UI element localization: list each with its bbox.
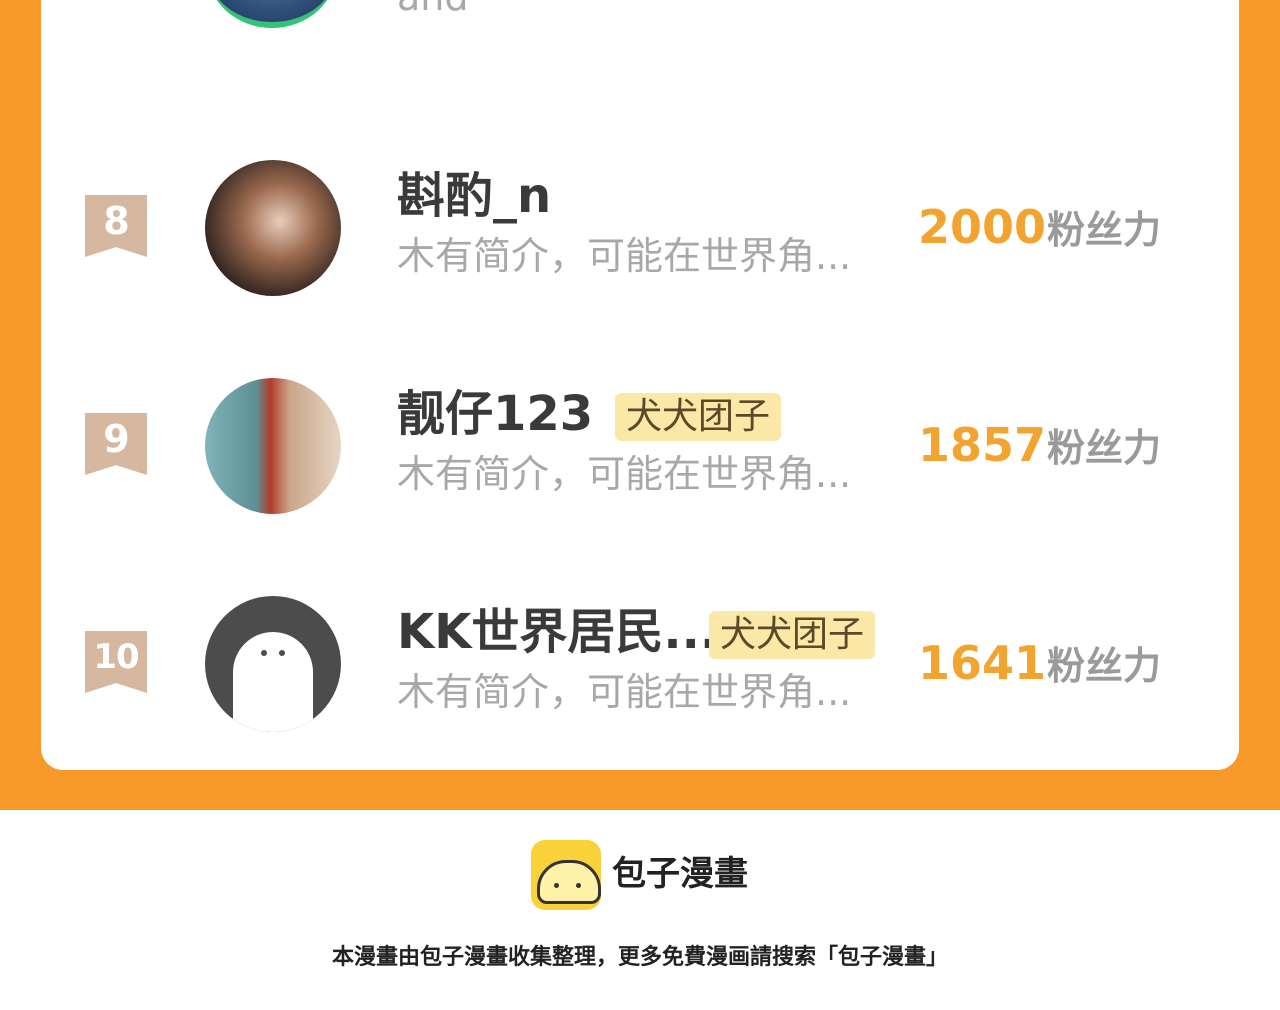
- fan-badge: 犬犬团子: [709, 611, 876, 659]
- default-avatar-icon: [233, 632, 313, 732]
- footer-notice: 本漫畫由包子漫畫收集整理，更多免費漫画請搜索「包子漫畫」: [331, 945, 948, 970]
- fan-power-label: 粉丝力: [1047, 426, 1162, 470]
- fan-power-count: 1857: [918, 418, 1047, 472]
- user-name[interactable]: 靓仔123: [397, 385, 593, 443]
- fan-power-label: 粉丝力: [1047, 644, 1162, 688]
- user-description: 木有简介，可能在世界角...: [397, 452, 852, 496]
- list-item-partial[interactable]: and 一 ·: [41, 0, 1239, 35]
- fan-badge: 犬犬团子: [615, 393, 782, 441]
- avatar[interactable]: [205, 596, 341, 732]
- user-description: and 一 ·: [397, 0, 543, 16]
- user-description: 木有简介，可能在世界角...: [397, 670, 852, 714]
- fan-power-label: 粉丝力: [1047, 208, 1162, 252]
- avatar[interactable]: [205, 160, 341, 296]
- list-item-rank-8[interactable]: 8 斟酌_n 木有简介，可能在世界角... 2000 粉丝力: [41, 155, 1239, 315]
- fan-power-count: 2000: [918, 200, 1047, 254]
- user-description: 木有简介，可能在世界角...: [397, 234, 852, 278]
- fan-power-count: 1641: [918, 636, 1047, 690]
- bun-icon: [537, 860, 601, 904]
- brand-name: 包子漫畫: [612, 854, 748, 894]
- list-item-rank-10[interactable]: 10 KK世界居民... 犬犬团子 木有简介，可能在世界角... 1641 粉丝…: [41, 591, 1239, 751]
- user-name[interactable]: 斟酌_n: [397, 167, 551, 225]
- ranking-card: and 一 · 8 斟酌_n 木有简介，可能在世界角... 2000 粉丝力 9…: [41, 0, 1239, 770]
- avatar[interactable]: [205, 378, 341, 514]
- user-name[interactable]: KK世界居民...: [397, 603, 718, 661]
- avatar[interactable]: [207, 0, 337, 28]
- rank-ribbon: 10: [85, 631, 147, 693]
- rank-ribbon: 8: [85, 195, 147, 257]
- rank-ribbon: 9: [85, 413, 147, 475]
- list-item-rank-9[interactable]: 9 靓仔123 犬犬团子 木有简介，可能在世界角... 1857 粉丝力: [41, 373, 1239, 533]
- baozi-logo-icon: [531, 840, 601, 910]
